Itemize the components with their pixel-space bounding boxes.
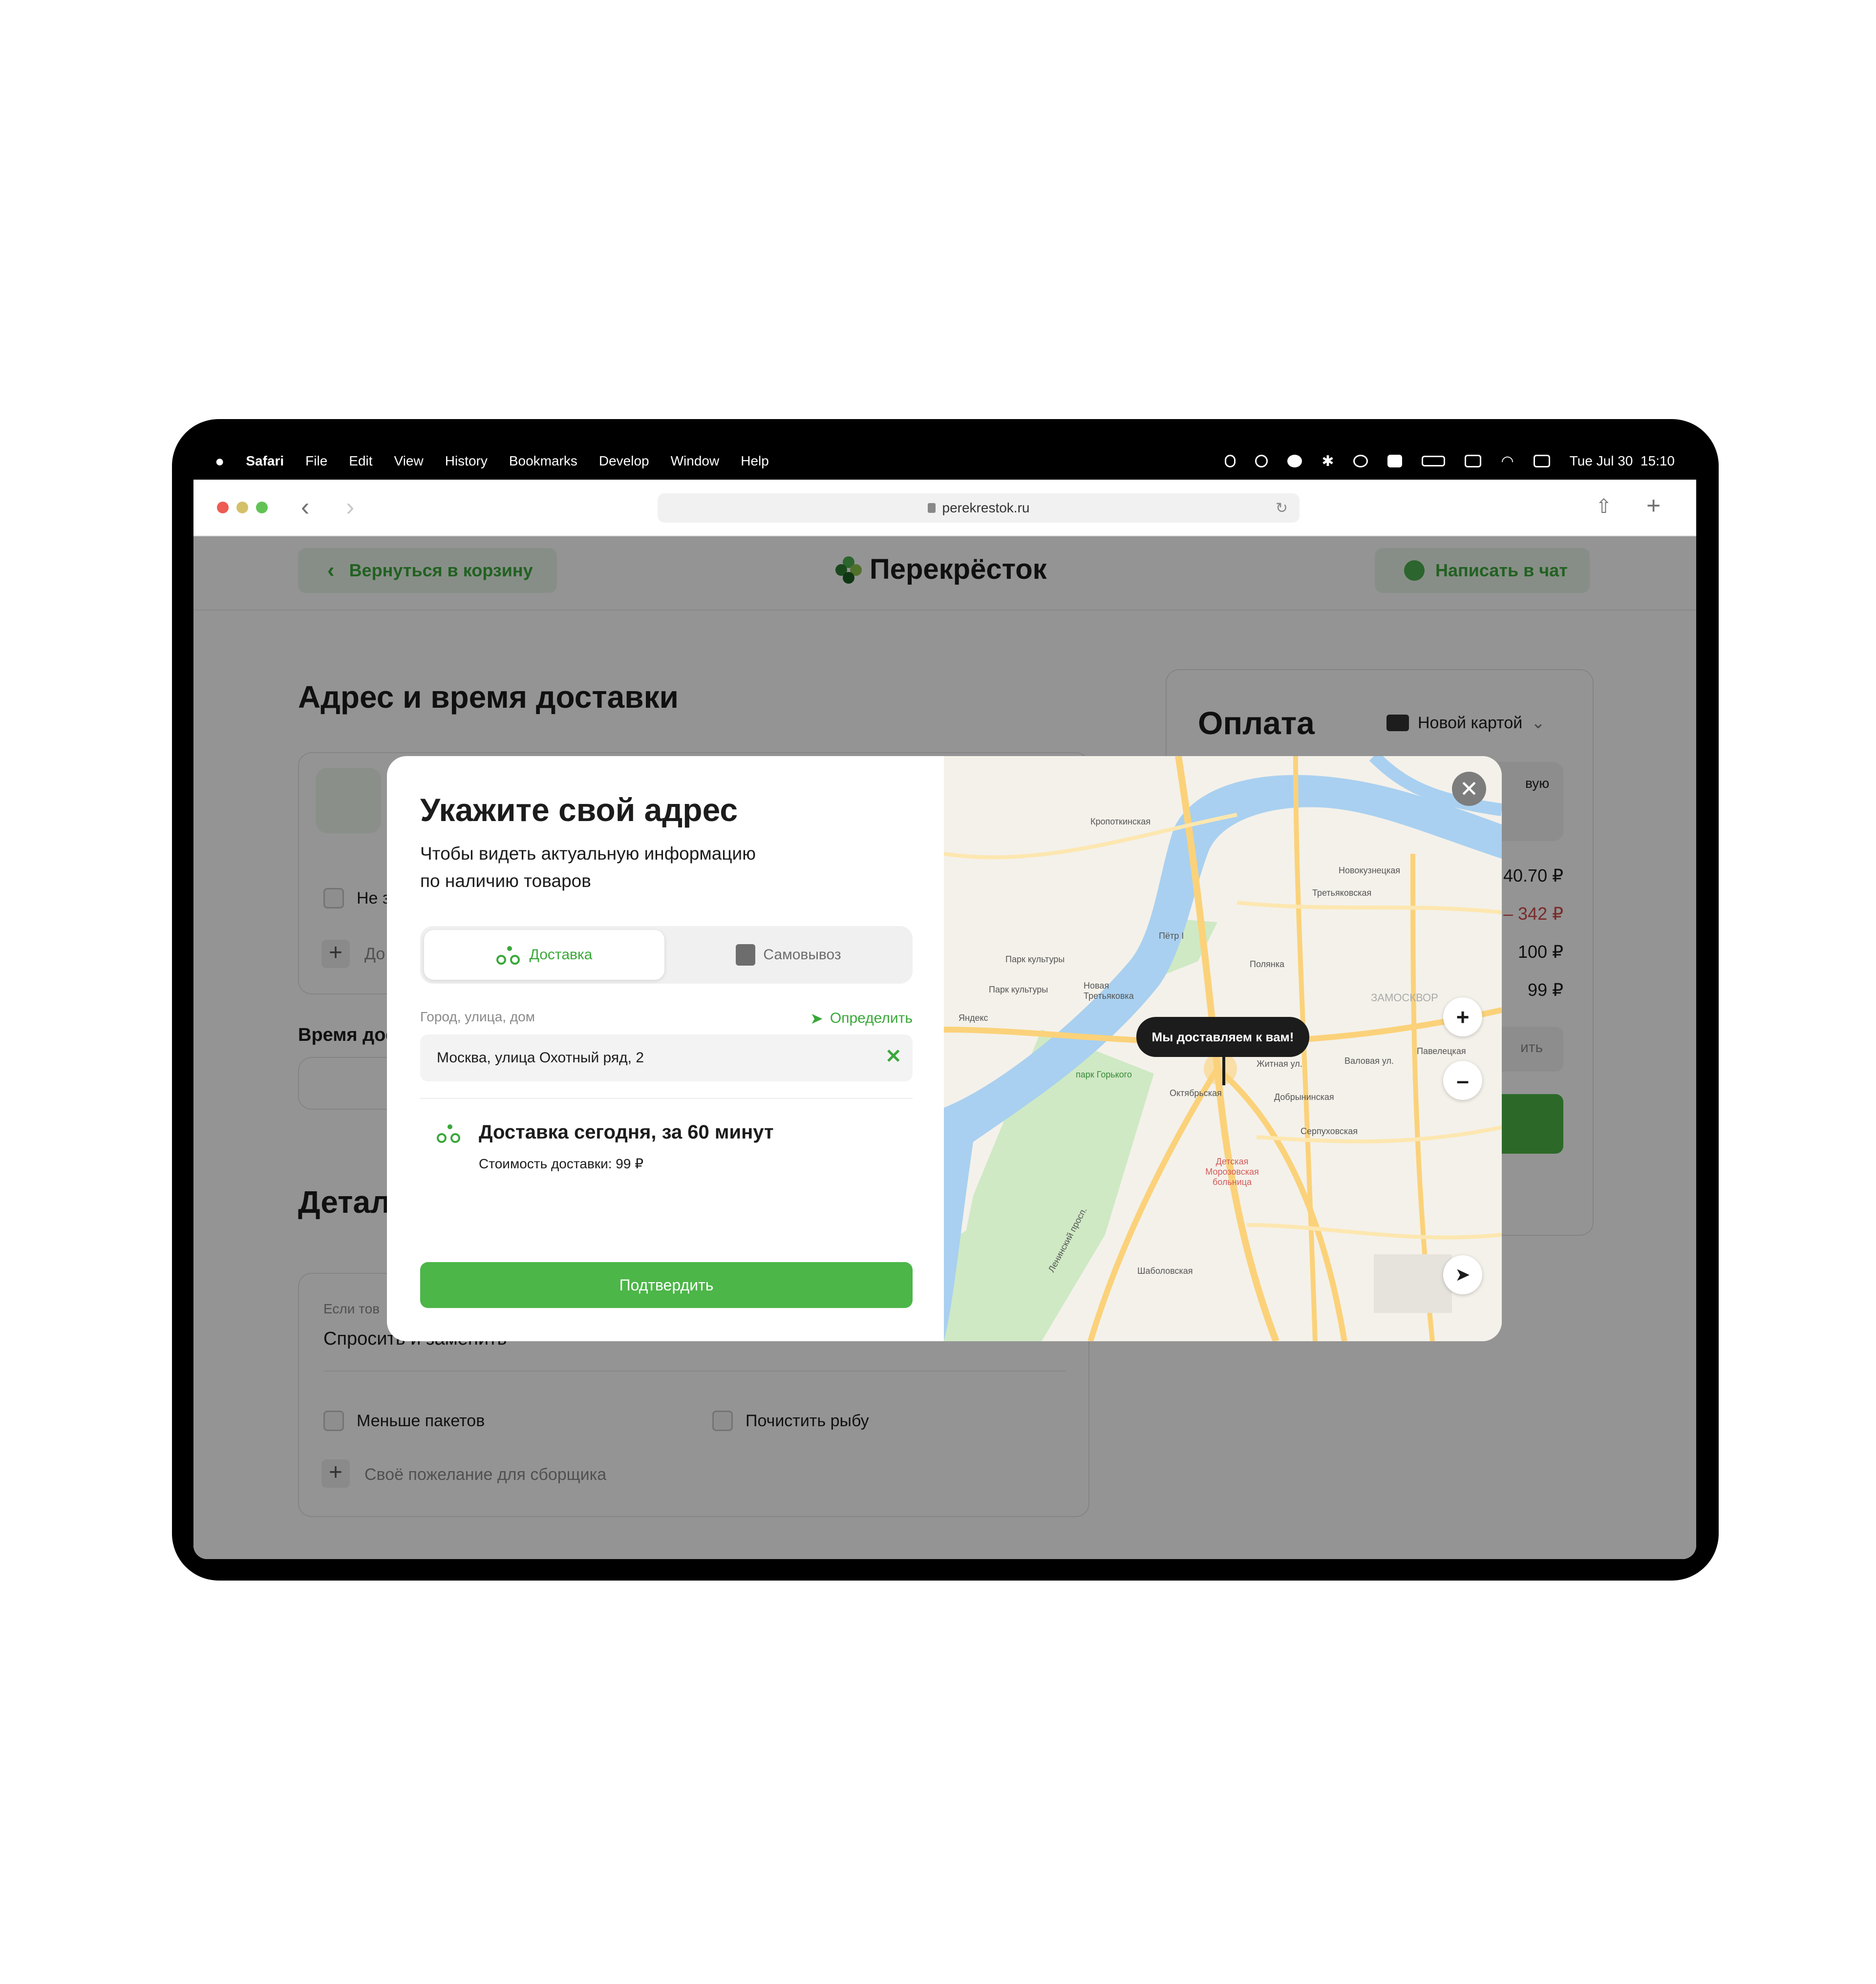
modal-title: Укажите свой адрес	[420, 792, 738, 828]
modal-subtitle-line1: Чтобы видеть актуальную информацию	[420, 844, 756, 864]
map-label-tretyakovskaya: Третьяковская	[1312, 888, 1372, 898]
tab-pickup-label: Самовывоз	[763, 947, 841, 963]
tab-delivery[interactable]: Доставка	[424, 930, 664, 980]
close-icon: ✕	[1459, 776, 1479, 802]
forward-arrow-icon[interactable]: ›	[346, 494, 354, 520]
map-label-kropotkinskaya: Кропоткинская	[1090, 817, 1151, 826]
confirm-address-button[interactable]: Подтвердить	[420, 1262, 913, 1308]
my-location-button[interactable]: ➤	[1443, 1255, 1482, 1294]
map-label-paveletskaya: Павелецкая	[1417, 1046, 1466, 1056]
minimize-window-button[interactable]	[236, 502, 248, 513]
tab-delivery-label: Доставка	[529, 947, 593, 963]
menu-view[interactable]: View	[394, 453, 424, 469]
map-label-park-kultury: Парк культуры	[1005, 954, 1065, 964]
bluetooth-icon[interactable]: ✱	[1322, 453, 1334, 470]
map-label-dobryninskaya: Добрынинская	[1274, 1092, 1334, 1102]
address-form: Укажите свой адрес Чтобы видеть актуальн…	[387, 756, 944, 1341]
browser-window: ‹ › perekrestok.ru ↻ ⇧ + ‹ Вернуться в к…	[193, 480, 1696, 1559]
back-arrow-icon[interactable]: ‹	[301, 494, 309, 520]
url-text: perekrestok.ru	[942, 500, 1030, 515]
map-pin	[1222, 1056, 1225, 1085]
location-arrow-icon: ➤	[810, 1010, 823, 1027]
display-icon[interactable]	[1465, 455, 1482, 467]
address-modal: Укажите свой адрес Чтобы видеть актуальн…	[387, 756, 1502, 1341]
clear-input-icon[interactable]: ✕	[885, 1045, 902, 1068]
delivery-mode-toggle: Доставка Самовывоз	[420, 926, 913, 984]
detect-location-label: Определить	[830, 1010, 913, 1026]
map-label-novokuznetskaya: Новокузнецкая	[1339, 865, 1400, 875]
delivery-cost-text: Стоимость доставки: 99 ₽	[479, 1156, 644, 1171]
modal-subtitle-line2: по наличию товаров	[420, 871, 591, 891]
menu-file[interactable]: File	[305, 453, 327, 469]
address-field-header: Город, улица, дом ➤ Определить	[420, 1009, 913, 1028]
menu-help[interactable]: Help	[741, 453, 769, 469]
sync-icon[interactable]	[1255, 455, 1268, 467]
bicycle-icon	[496, 945, 522, 965]
oktyabrskaya-square	[1204, 1052, 1237, 1085]
wifi-icon[interactable]: ◠	[1501, 453, 1514, 470]
map-label-shabolovskaya: Шаболовская	[1137, 1266, 1193, 1276]
notification-badge-icon[interactable]	[1287, 455, 1302, 467]
shopping-bag-icon	[736, 944, 756, 966]
new-tab-icon[interactable]: +	[1646, 491, 1661, 520]
checkout-page: ‹ Вернуться в корзину Перекрёсток Написа…	[193, 536, 1696, 1559]
menubar-clock[interactable]: Tue Jul 30 15:10	[1570, 453, 1675, 469]
detect-location-button[interactable]: ➤ Определить	[810, 1009, 913, 1028]
map-label-zamoskvorechye: ЗАМОСКВОР	[1371, 992, 1438, 1004]
figma-icon[interactable]	[1225, 455, 1236, 467]
close-window-button[interactable]	[217, 502, 229, 513]
map-label-oktyabrskaya: Октябрьская	[1170, 1088, 1222, 1098]
form-divider	[420, 1098, 913, 1099]
map-label-hospital: Детская Морозовская больница	[1205, 1157, 1259, 1187]
modal-subtitle: Чтобы видеть актуальную информацию по на…	[420, 840, 860, 895]
navigation-arrow-icon: ➤	[1455, 1266, 1470, 1284]
keyboard-layout-icon[interactable]	[1387, 455, 1403, 467]
map-label-park-gorkogo: парк Горького	[1076, 1070, 1132, 1079]
lock-icon	[927, 503, 936, 513]
map-label-zhitnaya: Житная ул.	[1257, 1059, 1302, 1069]
address-input[interactable]	[420, 1034, 913, 1081]
address-bar[interactable]: perekrestok.ru ↻	[658, 493, 1300, 523]
map-label-yandex: Яндекс	[959, 1013, 988, 1023]
industrial-block	[1374, 1254, 1452, 1313]
menu-bookmarks[interactable]: Bookmarks	[509, 453, 577, 469]
share-icon[interactable]: ⇧	[1596, 495, 1612, 518]
menu-app-name[interactable]: Safari	[246, 453, 284, 469]
delivery-map[interactable]: Кропоткинская Новокузнецкая Третьяковска…	[944, 756, 1502, 1341]
zoom-out-button[interactable]: –	[1443, 1061, 1482, 1100]
browser-toolbar: ‹ › perekrestok.ru ↻ ⇧ +	[193, 480, 1696, 536]
zoom-in-button[interactable]: +	[1443, 997, 1482, 1036]
control-center-icon[interactable]	[1533, 455, 1550, 467]
map-label-novaya-tretyakovka: Новая Третьяковка	[1084, 981, 1134, 1001]
tab-pickup[interactable]: Самовывоз	[668, 930, 909, 980]
menu-edit[interactable]: Edit	[349, 453, 372, 469]
menu-history[interactable]: History	[445, 453, 488, 469]
delivery-tooltip: Мы доставляем к вам!	[1136, 1017, 1309, 1057]
play-icon[interactable]	[1353, 455, 1368, 467]
menu-develop[interactable]: Develop	[599, 453, 649, 469]
map-label-park-kultury-2: Парк культуры	[989, 985, 1048, 994]
maximize-window-button[interactable]	[256, 502, 268, 513]
map-label-serpukhovskaya: Серпуховская	[1300, 1126, 1358, 1136]
apple-icon[interactable]: ●	[215, 452, 224, 470]
map-label-polyanka: Полянка	[1250, 959, 1285, 969]
battery-icon[interactable]	[1422, 456, 1446, 466]
address-field-label: Город, улица, дом	[420, 1009, 535, 1024]
menu-window[interactable]: Window	[671, 453, 720, 469]
map-label-valovaya: Валовая ул.	[1344, 1056, 1394, 1066]
delivery-bicycle-icon	[437, 1123, 462, 1143]
close-modal-button[interactable]: ✕	[1452, 772, 1486, 806]
delivery-eta-title: Доставка сегодня, за 60 минут	[479, 1121, 774, 1143]
map-label-petr: Пётр I	[1159, 931, 1184, 941]
reload-icon[interactable]: ↻	[1276, 500, 1288, 517]
macos-menubar: ● Safari File Edit View History Bookmark…	[193, 448, 1696, 474]
